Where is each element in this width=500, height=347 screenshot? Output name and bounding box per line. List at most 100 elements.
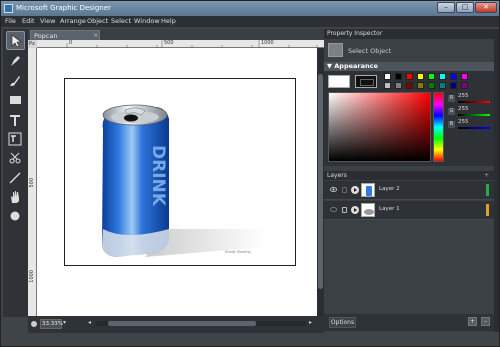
menu-window[interactable]: Window: [134, 17, 160, 25]
ruler-h-label: 1000: [261, 40, 274, 46]
frame-text-tool-icon[interactable]: [6, 130, 25, 149]
palette-swatch[interactable]: [461, 73, 468, 80]
tab-close-icon[interactable]: ×: [93, 31, 98, 39]
palette-swatch[interactable]: [428, 73, 435, 80]
popcan-artwork[interactable]: DRINK: [65, 79, 297, 267]
palette-swatch[interactable]: [384, 73, 391, 80]
blue-channel-label: B: [448, 121, 455, 128]
delete-layer-button[interactable]: –: [481, 317, 490, 326]
title-bar: Microsoft Graphic Designer – □ ✕: [1, 1, 499, 16]
layer-color-tag: [486, 184, 489, 196]
appearance-panel: R 255 G 255 B 255: [324, 71, 494, 166]
lock-icon[interactable]: [342, 187, 347, 193]
hand-tool-icon[interactable]: [6, 188, 25, 207]
minimize-button[interactable]: –: [437, 2, 455, 13]
artboard[interactable]: DRINK Shelle Shelling: [64, 78, 296, 266]
drawing-canvas[interactable]: DRINK Shelle Shelling: [37, 48, 317, 316]
panel-scrollbar[interactable]: [494, 29, 499, 332]
hue-slider[interactable]: [433, 92, 444, 162]
text-tool-icon[interactable]: [6, 111, 25, 130]
ruler-h-label: 500: [164, 40, 174, 46]
brush-tool-icon[interactable]: [6, 72, 25, 91]
blue-channel-value[interactable]: 255: [458, 119, 469, 125]
scissors-tool-icon[interactable]: [6, 149, 25, 168]
zoom-level-input[interactable]: 33.33%: [40, 319, 63, 329]
appearance-title: ▼ Appearance: [327, 62, 378, 70]
scroll-right-icon[interactable]: ▸: [309, 319, 312, 326]
palette-swatch[interactable]: [406, 82, 413, 89]
menu-object[interactable]: Object: [87, 17, 108, 25]
select-tool-icon[interactable]: [6, 31, 25, 50]
application-window: Microsoft Graphic Designer – □ ✕ File Ed…: [0, 0, 500, 347]
palette-swatch[interactable]: [406, 73, 413, 80]
palette-swatch[interactable]: [439, 73, 446, 80]
zoom-dropdown-icon[interactable]: ▾: [63, 319, 66, 326]
menu-bar: File Edit View Arrange Object Select Win…: [1, 16, 499, 27]
fill-color-swatch[interactable]: [328, 75, 350, 88]
app-icon: [4, 4, 13, 13]
document-area: Popcan × Px 0 500 1000 500 1000 DRINK Sh…: [28, 29, 324, 333]
layer-thumbnail: [361, 183, 375, 197]
layer-row-layer-2[interactable]: Layer 2: [324, 181, 494, 200]
status-bar: 33.33% ▾ ◂ ▸: [28, 316, 324, 333]
appearance-header[interactable]: ▼ Appearance: [324, 62, 494, 71]
horizontal-scrollbar[interactable]: [96, 321, 306, 326]
layer-thumbnail: [361, 203, 375, 217]
lock-icon[interactable]: [342, 207, 347, 213]
maximize-button[interactable]: □: [456, 2, 474, 13]
layer-row-layer-1[interactable]: Layer 1: [324, 201, 494, 220]
tab-popcan[interactable]: Popcan ×: [30, 30, 100, 40]
palette-swatch[interactable]: [428, 82, 435, 89]
red-slider[interactable]: [458, 101, 490, 103]
palette-swatch[interactable]: [395, 82, 402, 89]
palette-swatch[interactable]: [384, 82, 391, 89]
add-layer-button[interactable]: +: [468, 317, 477, 326]
vertical-scrollbar[interactable]: [317, 48, 324, 316]
ruler-v-label: 500: [29, 178, 35, 188]
ruler-unit: Px: [29, 41, 35, 47]
window-title: Microsoft Graphic Designer: [16, 4, 111, 12]
menu-select[interactable]: Select: [111, 17, 131, 25]
panel-footer: Options + –: [324, 314, 494, 331]
expand-layer-icon[interactable]: [351, 206, 359, 214]
right-panel: Property Inspector Select Object ▼ Appea…: [324, 29, 494, 332]
menu-view[interactable]: View: [40, 17, 55, 25]
layers-add-icon[interactable]: +: [484, 172, 489, 179]
artwork-signature: Shelle Shelling: [225, 250, 251, 254]
green-slider[interactable]: [458, 114, 490, 116]
red-channel-value[interactable]: 255: [458, 93, 469, 99]
toolbox: [3, 29, 28, 317]
menu-arrange[interactable]: Arrange: [60, 17, 86, 25]
options-button[interactable]: Options: [329, 317, 356, 328]
palette-swatch[interactable]: [450, 73, 457, 80]
palette-swatch[interactable]: [417, 73, 424, 80]
menu-file[interactable]: File: [5, 17, 16, 25]
layer-name: Layer 1: [379, 206, 400, 212]
close-button[interactable]: ✕: [475, 2, 497, 13]
tab-label: Popcan: [34, 32, 58, 40]
palette-swatch[interactable]: [439, 82, 446, 89]
pen-tool-icon[interactable]: [6, 52, 25, 71]
palette-swatch[interactable]: [417, 82, 424, 89]
visibility-eye-icon[interactable]: [330, 187, 337, 192]
object-preview: [328, 43, 343, 57]
visibility-eye-icon[interactable]: [330, 207, 337, 212]
blue-slider[interactable]: [458, 127, 490, 129]
palette-swatch[interactable]: [450, 82, 457, 89]
layer-color-tag: [486, 204, 489, 216]
selection-status: Select Object: [348, 47, 392, 55]
scroll-left-icon[interactable]: ◂: [88, 319, 91, 326]
menu-edit[interactable]: Edit: [22, 17, 35, 25]
color-picker-field[interactable]: [328, 92, 431, 162]
palette-swatch[interactable]: [395, 73, 402, 80]
zoom-tool-icon[interactable]: [6, 207, 25, 226]
palette-swatch[interactable]: [461, 82, 468, 89]
menu-help[interactable]: Help: [161, 17, 176, 25]
expand-layer-icon[interactable]: [351, 186, 359, 194]
green-channel-value[interactable]: 255: [458, 106, 469, 112]
horizontal-scroll-thumb[interactable]: [108, 321, 256, 326]
line-tool-icon[interactable]: [6, 169, 25, 188]
rectangle-tool-icon[interactable]: [6, 91, 25, 110]
stroke-color-swatch[interactable]: [355, 75, 377, 88]
vertical-scroll-thumb[interactable]: [318, 74, 323, 289]
